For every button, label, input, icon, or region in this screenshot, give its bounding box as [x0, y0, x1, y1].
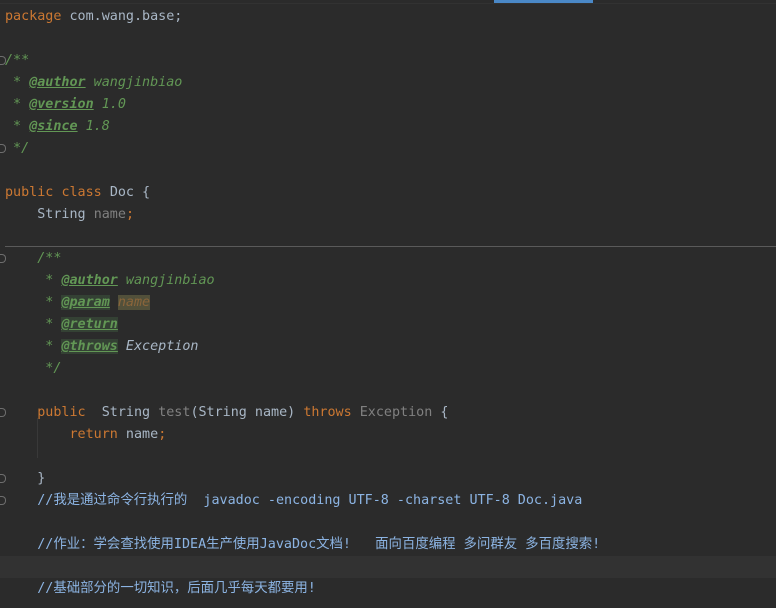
doc-tag-version: @version	[29, 97, 94, 112]
open-brace: {	[134, 185, 151, 200]
code-line-since[interactable]: * @since 1.8	[0, 116, 776, 138]
keyword-package: package	[5, 9, 62, 24]
doc-tag-author: @author	[29, 75, 86, 90]
doc-value-author: wangjinbiao	[117, 273, 215, 288]
code-line-class-decl[interactable]: public class Doc {	[0, 182, 776, 204]
doc-comment-open: /**	[5, 251, 62, 266]
keyword-throws: throws	[303, 405, 352, 420]
doc-prefix: *	[5, 75, 30, 90]
doc-value-version: 1.0	[93, 97, 126, 112]
doc-comment-close: */	[5, 361, 62, 376]
keyword-public: public	[5, 405, 86, 420]
open-brace: {	[432, 405, 449, 420]
package-name: com.wang.base;	[61, 9, 183, 24]
doc-tag-throws: @throws	[61, 339, 118, 354]
doc-prefix: *	[5, 339, 62, 354]
doc-prefix: *	[5, 317, 62, 332]
field-type: String	[5, 207, 94, 222]
doc-prefix: *	[5, 273, 62, 288]
doc-tag-return: @return	[61, 317, 118, 332]
code-line-method-decl[interactable]: public String test(String name) throws E…	[0, 402, 776, 424]
doc-space	[110, 295, 118, 310]
caret-row-highlight	[0, 556, 776, 578]
close-brace: }	[5, 471, 46, 486]
doc-comment-close: */	[5, 141, 30, 156]
doc-prefix: *	[5, 97, 30, 112]
method-params: (String name)	[190, 405, 304, 420]
code-line-doc-close[interactable]: */	[0, 138, 776, 160]
doc-tag-author: @author	[61, 273, 118, 288]
doc-value-exception: Exception	[117, 339, 199, 354]
code-line-comment2[interactable]: //作业：学会查找使用IDEA生产使用JavaDoc文档! 面向百度编程 多问群…	[0, 534, 776, 556]
line-comment: //我是通过命令行执行的 javadoc -encoding UTF-8 -ch…	[5, 493, 583, 508]
keyword-class: class	[61, 185, 102, 200]
class-name: Doc	[109, 185, 134, 200]
method-name: test	[158, 405, 191, 420]
method-separator	[5, 246, 776, 247]
doc-value-author: wangjinbiao	[85, 75, 183, 90]
field-name: name	[93, 207, 126, 222]
code-line-mparam[interactable]: * @param name	[0, 292, 776, 314]
code-line-comment3[interactable]: //基础部分的一切知识，后面几乎每天都要用!	[0, 578, 776, 600]
code-line-comment1[interactable]: //我是通过命令行执行的 javadoc -encoding UTF-8 -ch…	[0, 490, 776, 512]
code-line-mdoc-open[interactable]: /**	[0, 248, 776, 270]
editor-top-border	[0, 3, 776, 4]
line-comment: //基础部分的一切知识，后面几乎每天都要用!	[5, 581, 316, 596]
doc-param-name: name	[117, 295, 151, 310]
keyword-public: public	[5, 185, 54, 200]
code-line-mdoc-close[interactable]: */	[0, 358, 776, 380]
code-line-mreturn[interactable]: * @return	[0, 314, 776, 336]
keyword-return: return	[5, 427, 118, 442]
code-line-mthrows[interactable]: * @throws Exception	[0, 336, 776, 358]
code-line-mauthor[interactable]: * @author wangjinbiao	[0, 270, 776, 292]
code-editor[interactable]: package com.wang.base; /** * @author wan…	[0, 0, 776, 608]
exception-type: Exception	[351, 405, 433, 420]
return-type: String	[85, 405, 159, 420]
semicolon: ;	[125, 207, 134, 222]
doc-comment-open: /**	[5, 53, 30, 68]
return-value: name	[117, 427, 159, 442]
semicolon: ;	[158, 427, 167, 442]
code-line-package[interactable]: package com.wang.base;	[0, 6, 776, 28]
doc-prefix: *	[5, 295, 62, 310]
code-line-author[interactable]: * @author wangjinbiao	[0, 72, 776, 94]
code-line-version[interactable]: * @version 1.0	[0, 94, 776, 116]
doc-value-since: 1.8	[77, 119, 110, 134]
doc-tag-param: @param	[61, 295, 110, 310]
code-line-doc-open[interactable]: /**	[0, 50, 776, 72]
line-comment: //作业：学会查找使用IDEA生产使用JavaDoc文档! 面向百度编程 多问群…	[5, 537, 601, 552]
code-line-return[interactable]: return name;	[0, 424, 776, 446]
doc-tag-since: @since	[29, 119, 78, 134]
code-line-field[interactable]: String name;	[0, 204, 776, 226]
code-line-close-brace[interactable]: }	[0, 468, 776, 490]
doc-prefix: *	[5, 119, 30, 134]
